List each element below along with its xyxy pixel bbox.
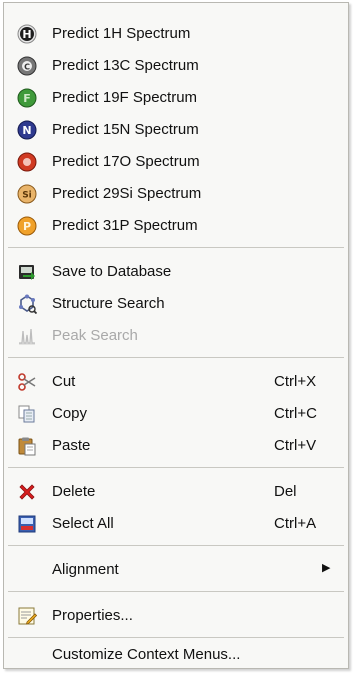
menu-item-label: Cut (52, 373, 76, 390)
menu-item-delete[interactable]: Delete Del (4, 477, 348, 507)
svg-text:Si: Si (22, 191, 32, 201)
hydrogen-element-icon: H (17, 24, 37, 44)
menu-item-label: Predict 17O Spectrum (52, 153, 200, 170)
svg-text:C: C (24, 63, 30, 72)
menu-separator (8, 637, 344, 638)
menu-item-label: Properties... (52, 607, 133, 624)
menu-item-shortcut: Ctrl+V (274, 437, 317, 454)
menu-separator (8, 591, 344, 592)
submenu-arrow-icon: ▶ (322, 562, 331, 574)
context-menu: H Predict 1H Spectrum C Predict 13C Spec… (3, 2, 349, 669)
menu-separator (8, 247, 344, 248)
menu-item-paste[interactable]: Paste Ctrl+V (4, 431, 348, 461)
oxygen-element-icon (17, 152, 37, 172)
menu-item-shortcut: Ctrl+X (274, 373, 317, 390)
menu-item-predict-17o[interactable]: Predict 17O Spectrum (4, 147, 348, 177)
menu-item-label: Predict 13C Spectrum (52, 57, 199, 74)
menu-item-label: Predict 19F Spectrum (52, 89, 198, 106)
paste-icon (17, 436, 37, 456)
menu-item-save-to-database[interactable]: Save to Database (4, 257, 348, 287)
menu-item-label: Peak Search (52, 327, 138, 344)
menu-item-alignment[interactable]: Alignment ▶ (4, 555, 348, 585)
menu-item-label: Delete (52, 483, 96, 500)
menu-item-predict-29si[interactable]: Si Predict 29Si Spectrum (4, 179, 348, 209)
menu-item-label: Predict 29Si Spectrum (52, 185, 202, 202)
menu-item-predict-19f[interactable]: F Predict 19F Spectrum (4, 83, 348, 113)
nitrogen-element-icon: N (17, 120, 37, 140)
menu-separator (8, 357, 344, 358)
menu-item-label: Predict 31P Spectrum (52, 217, 198, 234)
menu-item-select-all[interactable]: Select All Ctrl+A (4, 509, 348, 539)
menu-item-label: Copy (52, 405, 88, 422)
menu-item-properties[interactable]: Properties... (4, 601, 348, 631)
menu-item-predict-13c[interactable]: C Predict 13C Spectrum (4, 51, 348, 81)
svg-text:F: F (23, 92, 31, 105)
menu-item-label: Structure Search (52, 295, 165, 312)
menu-item-shortcut: Ctrl+C (274, 405, 317, 422)
svg-text:N: N (22, 124, 31, 137)
carbon-element-icon: C (17, 56, 37, 76)
menu-item-label: Predict 1H Spectrum (52, 25, 191, 42)
menu-item-label: Select All (52, 515, 114, 532)
menu-item-label: Alignment (52, 561, 119, 578)
svg-text:P: P (23, 220, 31, 233)
select-all-icon (17, 514, 37, 534)
menu-item-predict-31p[interactable]: P Predict 31P Spectrum (4, 211, 348, 241)
scissors-icon (17, 372, 37, 392)
menu-item-structure-search[interactable]: Structure Search (4, 289, 348, 319)
menu-item-label: Predict 15N Spectrum (52, 121, 199, 138)
menu-item-shortcut: Del (274, 483, 297, 500)
menu-item-predict-1h[interactable]: H Predict 1H Spectrum (4, 19, 348, 49)
menu-item-label: Paste (52, 437, 91, 454)
svg-text:H: H (22, 28, 31, 41)
menu-item-predict-15n[interactable]: N Predict 15N Spectrum (4, 115, 348, 145)
save-to-database-icon (17, 262, 37, 282)
menu-item-cut[interactable]: Cut Ctrl+X (4, 367, 348, 397)
copy-icon (17, 404, 37, 424)
menu-item-shortcut: Ctrl+A (274, 515, 317, 532)
structure-search-icon (17, 294, 37, 314)
phosphorus-element-icon: P (17, 216, 37, 236)
properties-icon (17, 606, 37, 626)
menu-item-label: Save to Database (52, 263, 172, 280)
delete-icon (17, 482, 37, 502)
menu-item-label: Customize Context Menus... (52, 646, 241, 663)
menu-item-customize-context-menus[interactable]: Customize Context Menus... (4, 640, 348, 670)
menu-item-copy[interactable]: Copy Ctrl+C (4, 399, 348, 429)
peak-search-icon (17, 326, 37, 346)
menu-item-peak-search: Peak Search (4, 321, 348, 351)
silicon-element-icon: Si (17, 184, 37, 204)
fluorine-element-icon: F (17, 88, 37, 108)
menu-separator (8, 545, 344, 546)
menu-separator (8, 467, 344, 468)
